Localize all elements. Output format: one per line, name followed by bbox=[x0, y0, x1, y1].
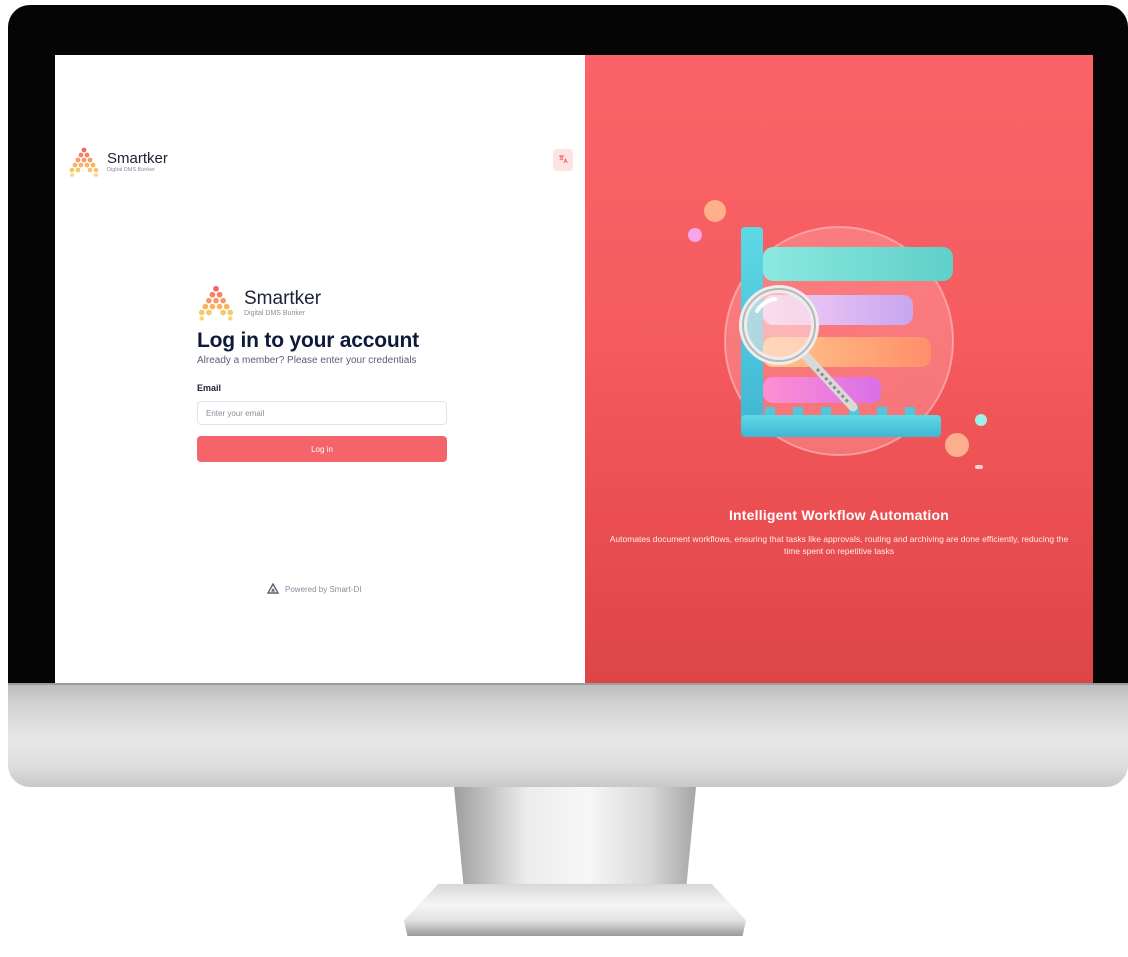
brand-tagline: Digital DMS Bunker bbox=[107, 166, 155, 173]
email-label: Email bbox=[197, 383, 222, 393]
brand-tagline: Digital DMS Bunker bbox=[244, 310, 306, 317]
monitor-stand-neck bbox=[454, 787, 696, 887]
form-logo: Smartker Digital DMS Bunker bbox=[197, 285, 449, 321]
feature-title: Intelligent Workflow Automation bbox=[728, 507, 950, 523]
page-subtitle: Already a member? Please enter your cred… bbox=[197, 355, 417, 366]
header-logo: Smartker Digital DMS Bunker bbox=[68, 147, 168, 177]
login-form: Smartker Digital DMS Bunker Log in to yo… bbox=[197, 285, 449, 462]
monitor-chin bbox=[8, 683, 1128, 787]
smartker-logo-icon bbox=[68, 147, 100, 177]
bar-chart-magnifier-illustration bbox=[669, 193, 1009, 498]
language-button[interactable] bbox=[553, 149, 573, 171]
feature-description: Automates document workflows, ensuring t… bbox=[609, 534, 1069, 557]
smart-di-triangle-icon bbox=[266, 582, 285, 596]
powered-by-text: Powered by Smart-DI bbox=[285, 585, 362, 594]
translate-icon bbox=[558, 154, 568, 166]
feature-panel: Intelligent Workflow Automation Automate… bbox=[585, 55, 1093, 683]
page-title: Log in to your account bbox=[197, 329, 419, 352]
login-button[interactable]: Log in bbox=[197, 436, 447, 462]
powered-by: Powered by Smart-DI bbox=[266, 582, 362, 596]
login-screen: Smartker Digital DMS Bunker Smartker Dig… bbox=[55, 55, 1093, 683]
brand-name: Smartker bbox=[244, 288, 322, 309]
email-field[interactable] bbox=[197, 401, 447, 425]
monitor-stand-base bbox=[404, 884, 746, 936]
login-panel: Smartker Digital DMS Bunker Smartker Dig… bbox=[55, 55, 585, 683]
smartker-logo-icon bbox=[197, 285, 235, 321]
brand-name: Smartker bbox=[107, 149, 168, 167]
